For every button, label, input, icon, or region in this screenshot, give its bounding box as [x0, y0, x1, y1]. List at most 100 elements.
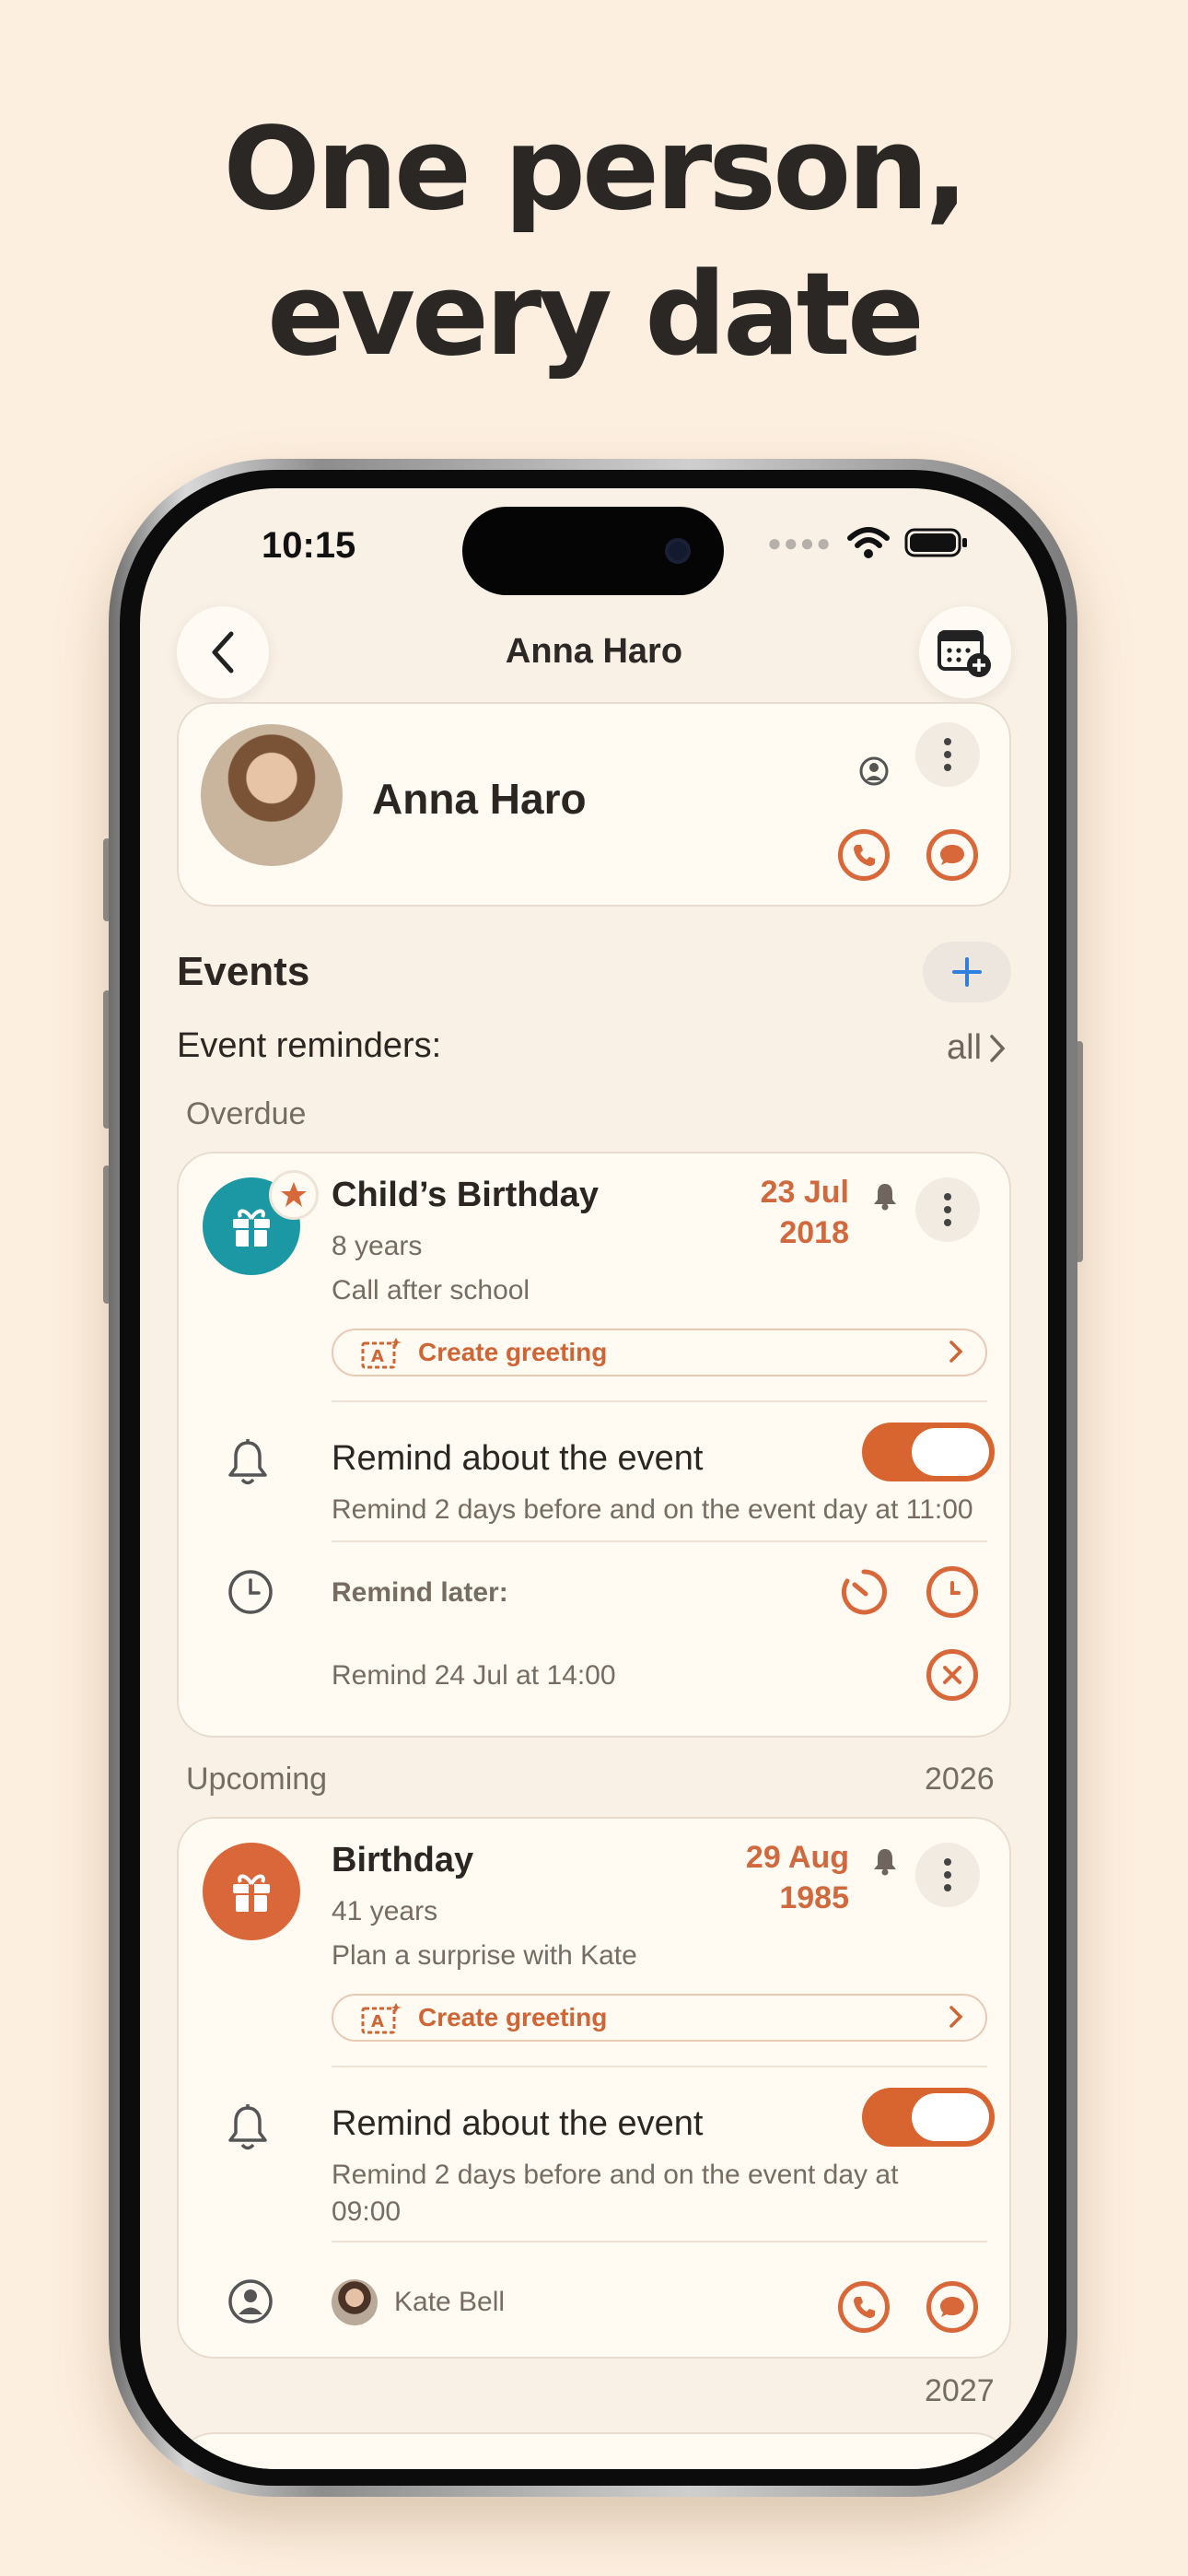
event-card-childs-birthday: Child’s Birthday 8 years Call after scho…: [177, 1152, 1011, 1738]
add-to-calendar-button[interactable]: [919, 606, 1011, 698]
contact-avatar: [201, 724, 343, 866]
linked-contact-name[interactable]: Kate Bell: [394, 2283, 505, 2322]
event-more-button[interactable]: [915, 1843, 980, 1907]
close-icon: [943, 1666, 961, 1684]
event-card-next: [177, 2432, 1011, 2469]
wifi-icon: [847, 527, 890, 558]
remind-detail: Remind 2 days before and on the event da…: [332, 1494, 973, 1525]
remind-later-label: Remind later:: [332, 1577, 508, 1608]
toggle-knob: [912, 1428, 989, 1476]
linked-contact-avatar: [332, 2279, 378, 2325]
create-greeting-label: Create greeting: [418, 1338, 608, 1366]
gift-icon: [233, 1209, 270, 1247]
chevron-right-icon: [949, 1341, 963, 1363]
bell-outline-icon: [228, 2104, 267, 2150]
next-year-label: 2027: [925, 2373, 995, 2408]
contact-name: Anna Haro: [372, 775, 587, 823]
contact-card: Anna Haro: [177, 702, 1011, 907]
timer-icon: [841, 1569, 887, 1615]
front-camera: [665, 538, 691, 564]
status-icons: ●●●●: [767, 527, 969, 558]
add-event-button[interactable]: [923, 942, 1011, 1002]
snooze-clock-button[interactable]: [926, 1566, 978, 1618]
cancel-remind-later-button[interactable]: [926, 1649, 978, 1701]
calendar-add-icon: [938, 630, 991, 677]
bell-outline-icon: [228, 1439, 267, 1485]
event-note: Plan a surprise with Kate: [332, 1940, 637, 1971]
upcoming-label: Upcoming: [186, 1762, 328, 1797]
more-vertical-icon: [944, 1193, 951, 1226]
chevron-right-icon: [949, 2006, 963, 2028]
clock-icon: [950, 1581, 961, 1595]
person-circle-icon: [228, 2279, 273, 2324]
event-more-button[interactable]: [915, 1177, 980, 1242]
toggle-knob: [912, 2093, 989, 2141]
more-vertical-icon: [944, 738, 951, 771]
linked-contact-call-button[interactable]: [838, 2281, 890, 2333]
divider: [332, 2066, 987, 2067]
contact-more-button[interactable]: [915, 722, 980, 787]
event-title: Child’s Birthday: [332, 1176, 599, 1214]
phone-icon: [854, 2297, 875, 2318]
event-reminders-value[interactable]: all: [947, 1028, 982, 1068]
favorite-badge: [269, 1170, 319, 1220]
more-vertical-icon: [944, 1858, 951, 1891]
events-title: Events: [177, 949, 310, 994]
divider: [332, 1540, 987, 1542]
headline-line-1: One person,: [223, 103, 968, 236]
svg-text:A: A: [371, 2012, 384, 2032]
create-greeting-button[interactable]: A Create greeting: [332, 1329, 987, 1376]
overdue-label: Overdue: [186, 1096, 307, 1131]
create-greeting-button[interactable]: A Create greeting: [332, 1994, 987, 2042]
event-subtitle: 41 years: [332, 1896, 438, 1926]
event-date-year: 1985: [779, 1880, 849, 1915]
message-bubble-icon: [940, 2297, 964, 2317]
create-greeting-label: Create greeting: [418, 2003, 608, 2032]
svg-text:A: A: [371, 1347, 384, 1366]
headline-line-2: every date: [267, 249, 925, 381]
bell-filled-icon: [874, 1849, 896, 1876]
event-subtitle: 8 years: [332, 1231, 423, 1261]
linked-contact-message-button[interactable]: [926, 2281, 978, 2333]
event-date-day: 29 Aug: [745, 1840, 849, 1875]
remind-toggle[interactable]: [862, 2088, 995, 2147]
message-bubble-icon: [940, 845, 964, 865]
star-icon: [281, 1182, 307, 1207]
event-note: Call after school: [332, 1275, 530, 1306]
event-card-birthday: Birthday 41 years Plan a surprise with K…: [177, 1817, 1011, 2359]
ai-text-icon: A: [361, 1338, 402, 1369]
upcoming-year: 2026: [925, 1762, 995, 1797]
status-time: 10:15: [262, 525, 356, 566]
plus-icon: [952, 957, 982, 987]
clock-icon: [228, 1570, 273, 1614]
dynamic-island: [462, 507, 724, 595]
gift-icon: [233, 1874, 270, 1912]
contact-message-button[interactable]: [926, 829, 978, 881]
phone-icon: [854, 845, 875, 866]
remind-detail-line-2: 09:00: [332, 2196, 402, 2227]
phone-screen: 10:15 ●●●● Anna Haro Anna Haro Events Ev…: [140, 488, 1048, 2469]
remind-title: Remind about the event: [332, 2104, 704, 2143]
snooze-timer-button[interactable]: [838, 1566, 890, 1618]
divider: [332, 2241, 987, 2242]
ai-text-icon: A: [361, 2003, 402, 2034]
chevron-right-icon: [990, 1035, 1006, 1062]
remind-detail-line-1: Remind 2 days before and on the event da…: [332, 2160, 899, 2190]
remind-title: Remind about the event: [332, 1439, 704, 1478]
divider: [332, 1400, 987, 1402]
bell-filled-icon: [874, 1184, 896, 1211]
contact-call-button[interactable]: [838, 829, 890, 881]
event-reminders-label: Event reminders:: [177, 1026, 442, 1065]
remind-later-detail: Remind 24 Jul at 14:00: [332, 1660, 616, 1691]
headline: One person, every date: [0, 97, 1188, 388]
event-date-day: 23 Jul: [760, 1175, 849, 1210]
event-date-year: 2018: [779, 1215, 849, 1250]
nav-title: Anna Haro: [505, 632, 683, 671]
event-date: 23 Jul 2018: [739, 1172, 849, 1253]
signal-dots-icon: ●●●●: [767, 528, 833, 556]
person-circle-icon: [859, 756, 889, 786]
battery-icon: [904, 528, 967, 557]
remind-toggle[interactable]: [862, 1423, 995, 1481]
event-icon-orange: [203, 1843, 300, 1940]
event-title: Birthday: [332, 1841, 474, 1879]
